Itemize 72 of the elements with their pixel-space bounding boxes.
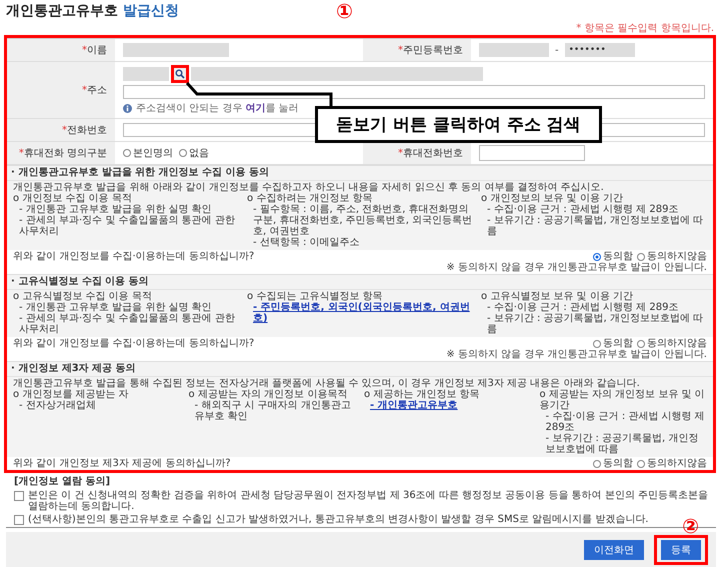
consent-question: 위와 같이 개인정보를 수집·이용하는데 동의하십니까? bbox=[13, 338, 254, 349]
item-text: - 수집·이용 근거 : 관세법 시행령 제 289조 bbox=[486, 302, 680, 313]
item-link[interactable]: - 개인통관고유부호 bbox=[364, 400, 532, 411]
item-heading: o 제공하는 개인정보 항목 bbox=[364, 389, 481, 400]
item-heading: o 개인정보를 제공받는 자 bbox=[13, 389, 130, 400]
input-field[interactable] bbox=[191, 67, 483, 81]
item-text: - 개인통관 고유부호 발급을 위한 실명 확인 bbox=[18, 302, 213, 313]
input-field[interactable] bbox=[123, 85, 705, 99]
field-label: *전화번호 bbox=[7, 119, 115, 142]
step-number: ① bbox=[336, 1, 353, 21]
consent-note: ※ 동의하지 않을 경우 개인통관고유부호 발급이 안됩니다. bbox=[446, 262, 707, 273]
separator: - bbox=[555, 44, 559, 56]
info-icon bbox=[123, 104, 132, 112]
item-text: - 필수항목 : 이름, 주소, 전화번호, 휴대전화명의구분, 휴대전화번호, 주민등록번호, 외국인등록번호, 여권번호 bbox=[252, 204, 473, 237]
consent-title: [개인정보 열람 동의] bbox=[14, 476, 112, 488]
section-title: · 개인정보 제3자 제공 동의 bbox=[7, 362, 713, 376]
radio-option[interactable]: 동의함 bbox=[593, 251, 633, 262]
item-heading: o 제공받는 자의 개인정보 이용목적 bbox=[188, 389, 348, 400]
field-label: *휴대전화번호 bbox=[363, 142, 471, 165]
item-text: - 관세의 부과·징수 및 수출입물품의 통관에 관한 사무처리 bbox=[18, 215, 236, 237]
radio-option[interactable]: 없음 bbox=[179, 146, 209, 160]
consent-note: ※ 동의하지 않을 경우 개인통관고유부호 발급이 안됩니다. bbox=[446, 349, 707, 360]
item-text: - 보유기간 : 공공기록물법, 개인정보보호법에 따름 bbox=[486, 215, 704, 237]
search-button[interactable] bbox=[171, 65, 189, 83]
item-text: - 선택항목 : 이메일주소 bbox=[252, 237, 361, 248]
item-heading: o 제공받는 자의 개인정보 보유 및 이용기간 bbox=[540, 389, 706, 411]
item-link[interactable]: - 주민등록번호, 외국인(외국인등록번호, 여권번호) bbox=[247, 302, 473, 324]
field-label: *휴대전화 명의구분 bbox=[7, 142, 115, 165]
item-heading: o 개인정보의 보유 및 이용 기간 bbox=[481, 193, 624, 204]
radio-option[interactable]: 동의하지않음 bbox=[637, 458, 707, 469]
item-heading: o 고유식별정보 수집 이용 목적 bbox=[13, 291, 153, 302]
consent-question: 위와 같이 개인정보를 수집·이용하는데 동의하십니까? bbox=[13, 251, 254, 262]
radio-option[interactable]: 동의함 bbox=[593, 458, 633, 469]
item-text: - 보유기간 : 공공기록물법, 개인정보보호법에 따름 bbox=[544, 433, 700, 455]
address-hint: 주소검색이 안되는 경우 여기를 눌러 bbox=[136, 102, 299, 115]
item-heading: o 수집되는 고유식별정보 항목 bbox=[247, 291, 384, 302]
radio-option[interactable]: 동의하지않음 bbox=[637, 338, 707, 349]
field-label: *주소 bbox=[7, 62, 115, 119]
callout-tooltip: 돋보기 버튼 클릭하여 주소 검색 bbox=[315, 106, 602, 143]
item-text: - 관세의 부과·징수 및 수출입물품의 통관에 관한 사무처리 bbox=[18, 313, 236, 335]
radio-option[interactable]: 본인명의 bbox=[123, 146, 173, 160]
item-text: - 수집·이용 근거 : 관세법 시행령 제289조 bbox=[544, 411, 706, 433]
input-field[interactable] bbox=[123, 43, 229, 57]
item-text: - 해외직구 시 구매자의 개인통관고유부호 확인 bbox=[194, 400, 352, 422]
input-field[interactable] bbox=[479, 145, 585, 161]
item-text: - 개인통관 고유부호 발급을 위한 실명 확인 bbox=[18, 204, 213, 215]
input-field[interactable] bbox=[123, 67, 169, 81]
field-label: *이름 bbox=[7, 39, 115, 62]
consent-checkbox[interactable]: 본인은 이 건 신청내역의 정확한 검증을 위하여 관세청 담당공무원이 전자정부법 제 36조에 따른 행정정보 공동이용 등을 통하여 본인의 주민등록초본을 열람하는데 동의합니다. bbox=[14, 490, 708, 512]
required-notice: * 항목은 필수입력 항목입니다. bbox=[575, 22, 715, 35]
page-title: 개인통관고유부호 bbox=[6, 2, 118, 20]
section-title: · 고유식별정보 수집 이용 동의 bbox=[7, 275, 713, 289]
item-text: - 보유기간 : 공공기록물법, 개인정보보호법에 따름 bbox=[486, 313, 704, 335]
step-number: ② bbox=[682, 516, 699, 536]
item-heading: o 개인정보 수집 이용 목적 bbox=[13, 193, 133, 204]
consent-intro: 개인통관고유부호 발급을 위해 아래와 같이 개인정보를 수집하고자 하오니 내용을 자세히 읽으신 후 동의 여부를 결정하여 주십시오. bbox=[13, 182, 605, 193]
consent-question: 위와 같이 개인정보 제3자 제공에 동의하십니까? bbox=[13, 458, 231, 469]
radio-option[interactable]: 동의하지않음 bbox=[637, 251, 707, 262]
back-button[interactable]: 이전화면 bbox=[584, 540, 644, 560]
password-field[interactable]: ••••••• bbox=[564, 43, 635, 57]
page-subtitle: 발급신청 bbox=[123, 2, 179, 20]
input-field[interactable] bbox=[479, 43, 549, 57]
item-text: - 전자상거래업체 bbox=[18, 400, 97, 411]
search-icon bbox=[175, 69, 185, 79]
item-heading: o 고유식별정보 보유 및 이용 기간 bbox=[481, 291, 634, 302]
submit-button[interactable]: 등록 bbox=[661, 540, 701, 560]
radio-option[interactable]: 동의함 bbox=[593, 338, 633, 349]
item-heading: o 수집하려는 개인정보 항목 bbox=[247, 193, 374, 204]
field-label: *주민등록번호 bbox=[363, 39, 471, 62]
item-text: - 수집·이용 근거 : 관세법 시행령 제 289조 bbox=[486, 204, 680, 215]
consent-intro: 개인통관고유부호 발급을 통해 수집된 정보는 전자상거래 플랫폼에 사용될 수 있으며, 이 경우 개인정보 제3자 제공 내용은 아래와 같습니다. bbox=[13, 378, 641, 389]
section-title: · 개인통관고유부호 발급을 위한 개인정보 수집 이용 동의 bbox=[7, 166, 713, 180]
